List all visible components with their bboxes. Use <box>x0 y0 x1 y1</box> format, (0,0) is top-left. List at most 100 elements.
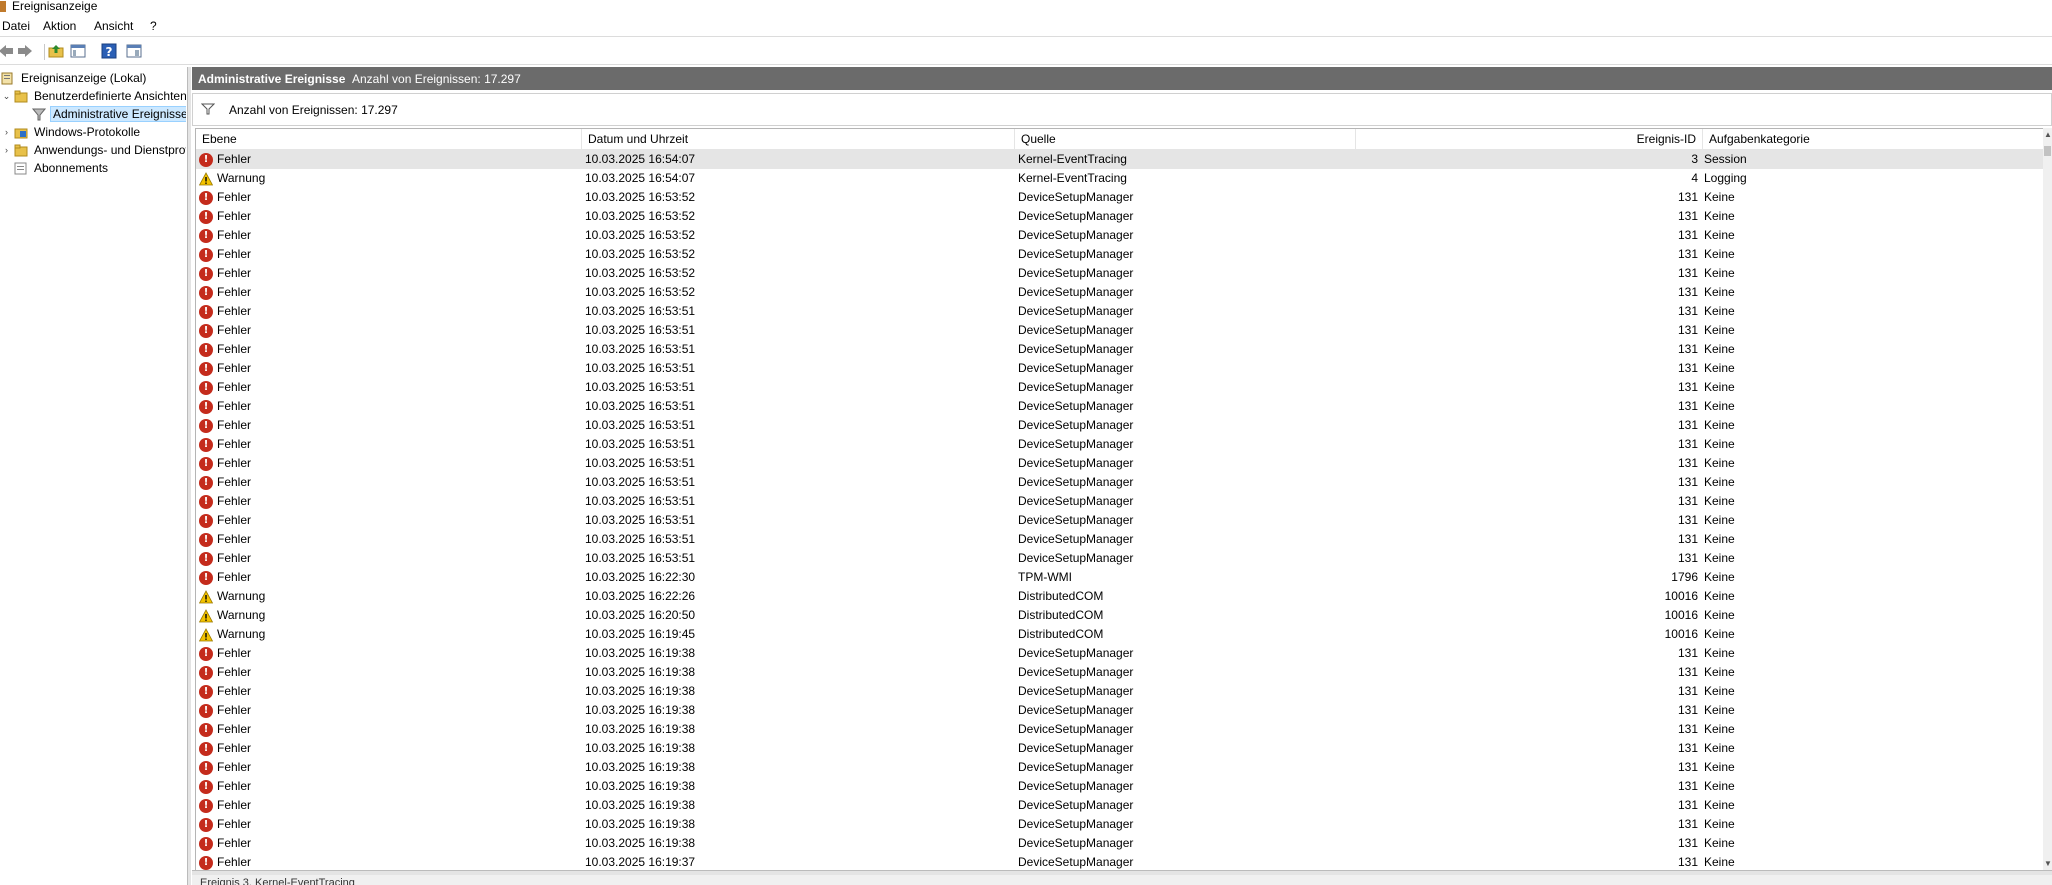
menu-help[interactable]: ? <box>150 19 157 33</box>
event-row[interactable]: ! Fehler 10.03.2025 16:19:38 DeviceSetupMan… <box>196 758 2044 777</box>
event-row[interactable]: ! Fehler 10.03.2025 16:19:38 DeviceSetupMan… <box>196 720 2044 739</box>
event-id-cell: 131 <box>1677 722 1698 736</box>
navigation-tree: Ereignisanzeige (Lokal) ⌄ Benutzerdefini… <box>0 67 186 885</box>
scroll-thumb[interactable] <box>2044 146 2051 156</box>
show-hide-action-pane-icon[interactable] <box>124 41 144 61</box>
tree-item-custom-views[interactable]: Benutzerdefinierte Ansichten <box>14 87 186 105</box>
scroll-up-icon[interactable]: ▲ <box>2044 130 2052 139</box>
error-icon: ! <box>199 798 213 813</box>
event-level-cell: ! Fehler <box>199 359 579 378</box>
event-category-cell: Keine <box>1704 798 1735 812</box>
up-folder-icon[interactable] <box>46 41 66 61</box>
event-row[interactable]: ! Fehler 10.03.2025 16:19:38 DeviceSetupMan… <box>196 739 2044 758</box>
event-row[interactable]: ! Fehler 10.03.2025 16:53:51 DeviceSetupMan… <box>196 473 2044 492</box>
event-level-cell: ! Fehler <box>199 682 579 701</box>
tree-item-admin-events[interactable]: Administrative Ereignisse <box>31 105 186 123</box>
menu-datei[interactable]: Datei <box>2 19 30 33</box>
chevron-down-icon[interactable]: ⌄ <box>2 92 11 101</box>
event-row[interactable]: ! Fehler 10.03.2025 16:54:07 Kernel-EventTr… <box>196 150 2044 169</box>
event-level-label: Fehler <box>217 798 252 812</box>
event-row[interactable]: ! Fehler 10.03.2025 16:19:38 DeviceSetupMan… <box>196 682 2044 701</box>
tree-item-subscriptions[interactable]: Abonnements <box>14 159 110 177</box>
show-hide-tree-icon[interactable] <box>68 41 88 61</box>
help-icon[interactable]: ? <box>99 41 119 61</box>
vertical-scrollbar[interactable]: ▲ ▼ <box>2043 128 2052 870</box>
event-row[interactable]: ! Fehler 10.03.2025 16:19:37 DeviceSetupMan… <box>196 853 2044 871</box>
event-category-cell: Keine <box>1704 722 1735 736</box>
event-row[interactable]: ! Fehler 10.03.2025 16:53:51 DeviceSetupMan… <box>196 378 2044 397</box>
event-id-cell: 131 <box>1677 323 1698 337</box>
event-id-cell: 131 <box>1677 456 1698 470</box>
event-row[interactable]: ! Fehler 10.03.2025 16:53:51 DeviceSetupMan… <box>196 435 2044 454</box>
event-row[interactable]: ! Fehler 10.03.2025 16:19:38 DeviceSetupMan… <box>196 796 2044 815</box>
event-source-cell: DeviceSetupManager <box>1018 836 1134 850</box>
event-row[interactable]: ! Fehler 10.03.2025 16:53:52 DeviceSetupMan… <box>196 188 2044 207</box>
column-header-event-id[interactable]: Ereignis-ID <box>1356 129 1703 149</box>
event-source-cell: DeviceSetupManager <box>1018 228 1134 242</box>
event-row[interactable]: ! Fehler 10.03.2025 16:19:38 DeviceSetupMan… <box>196 834 2044 853</box>
event-id-cell: 131 <box>1677 665 1698 679</box>
event-row[interactable]: ! Fehler 10.03.2025 16:53:51 DeviceSetupMan… <box>196 359 2044 378</box>
filter-bar: Anzahl von Ereignissen: 17.297 <box>192 93 2052 126</box>
column-header-date[interactable]: Datum und Uhrzeit <box>582 129 1015 149</box>
event-row[interactable]: ! Fehler 10.03.2025 16:19:38 DeviceSetupMan… <box>196 701 2044 720</box>
event-row[interactable]: Warnung 10.03.2025 16:19:45 DistributedCOM… <box>196 625 2044 644</box>
event-date-cell: 10.03.2025 16:53:51 <box>585 399 696 413</box>
event-row[interactable]: ! Fehler 10.03.2025 16:19:38 DeviceSetupMan… <box>196 777 2044 796</box>
back-arrow-icon[interactable] <box>0 41 16 61</box>
event-row[interactable]: ! Fehler 10.03.2025 16:53:52 DeviceSetupMan… <box>196 226 2044 245</box>
event-row[interactable]: ! Fehler 10.03.2025 16:53:51 DeviceSetupMan… <box>196 321 2044 340</box>
event-row[interactable]: ! Fehler 10.03.2025 16:22:30 TPM-WMI 1796 Kei… <box>196 568 2044 587</box>
event-date-cell: 10.03.2025 16:54:07 <box>585 171 696 185</box>
scroll-down-icon[interactable]: ▼ <box>2044 859 2052 868</box>
tree-splitter[interactable] <box>187 67 191 885</box>
column-header-category[interactable]: Aufgabenkategorie <box>1703 129 2046 149</box>
menu-ansicht[interactable]: Ansicht <box>94 19 133 33</box>
event-row[interactable]: ! Fehler 10.03.2025 16:53:51 DeviceSetupMan… <box>196 302 2044 321</box>
event-date-cell: 10.03.2025 16:53:51 <box>585 361 696 375</box>
error-icon: ! <box>199 741 213 756</box>
event-row[interactable]: ! Fehler 10.03.2025 16:19:38 DeviceSetupMan… <box>196 644 2044 663</box>
events-grid: Ebene Datum und Uhrzeit Quelle Ereignis-… <box>195 128 2052 871</box>
event-row[interactable]: ! Fehler 10.03.2025 16:19:38 DeviceSetupMan… <box>196 815 2044 834</box>
event-row[interactable]: ! Fehler 10.03.2025 16:53:51 DeviceSetupMan… <box>196 530 2044 549</box>
event-row[interactable]: ! Fehler 10.03.2025 16:53:52 DeviceSetupMan… <box>196 207 2044 226</box>
forward-arrow-icon[interactable] <box>15 41 35 61</box>
column-header-level[interactable]: Ebene <box>196 129 582 149</box>
event-row[interactable]: ! Fehler 10.03.2025 16:53:52 DeviceSetupMan… <box>196 245 2044 264</box>
event-row[interactable]: ! Fehler 10.03.2025 16:53:52 DeviceSetupMan… <box>196 283 2044 302</box>
event-category-cell: Keine <box>1704 513 1735 527</box>
event-row[interactable]: ! Fehler 10.03.2025 16:53:51 DeviceSetupMan… <box>196 511 2044 530</box>
event-row[interactable]: ! Fehler 10.03.2025 16:53:51 DeviceSetupMan… <box>196 416 2044 435</box>
event-row[interactable]: ! Fehler 10.03.2025 16:19:38 DeviceSetupMan… <box>196 663 2044 682</box>
tree-item-windows-logs[interactable]: Windows-Protokolle <box>14 123 142 141</box>
event-row[interactable]: ! Fehler 10.03.2025 16:53:51 DeviceSetupMan… <box>196 492 2044 511</box>
event-row[interactable]: Warnung 10.03.2025 16:22:26 DistributedCOM… <box>196 587 2044 606</box>
event-category-cell: Keine <box>1704 437 1735 451</box>
event-id-cell: 131 <box>1677 342 1698 356</box>
event-row[interactable]: ! Fehler 10.03.2025 16:53:51 DeviceSetupMan… <box>196 340 2044 359</box>
event-date-cell: 10.03.2025 16:19:38 <box>585 741 696 755</box>
tree-item-root[interactable]: Ereignisanzeige (Lokal) <box>1 69 148 87</box>
event-id-cell: 131 <box>1677 741 1698 755</box>
event-source-cell: DeviceSetupManager <box>1018 437 1134 451</box>
event-level-cell: ! Fehler <box>199 207 579 226</box>
event-level-label: Fehler <box>217 779 252 793</box>
event-source-cell: DeviceSetupManager <box>1018 513 1134 527</box>
event-source-cell: DeviceSetupManager <box>1018 247 1134 261</box>
event-row[interactable]: Warnung 10.03.2025 16:54:07 Kernel-EventTr… <box>196 169 2044 188</box>
column-header-source[interactable]: Quelle <box>1015 129 1356 149</box>
event-row[interactable]: ! Fehler 10.03.2025 16:53:52 DeviceSetupMan… <box>196 264 2044 283</box>
event-row[interactable]: ! Fehler 10.03.2025 16:53:51 DeviceSetupMan… <box>196 454 2044 473</box>
menu-aktion[interactable]: Aktion <box>43 19 76 33</box>
chevron-right-icon[interactable]: › <box>2 146 11 155</box>
event-row[interactable]: ! Fehler 10.03.2025 16:53:51 DeviceSetupMan… <box>196 397 2044 416</box>
tree-item-app-logs[interactable]: Anwendungs- und Dienstprotokolle <box>14 141 186 159</box>
chevron-right-icon[interactable]: › <box>2 128 11 137</box>
event-category-cell: Keine <box>1704 456 1735 470</box>
event-category-cell: Keine <box>1704 627 1735 641</box>
event-row[interactable]: Warnung 10.03.2025 16:20:50 DistributedCOM… <box>196 606 2044 625</box>
event-date-cell: 10.03.2025 16:53:51 <box>585 304 696 318</box>
event-id-cell: 131 <box>1677 836 1698 850</box>
event-row[interactable]: ! Fehler 10.03.2025 16:53:51 DeviceSetupMan… <box>196 549 2044 568</box>
